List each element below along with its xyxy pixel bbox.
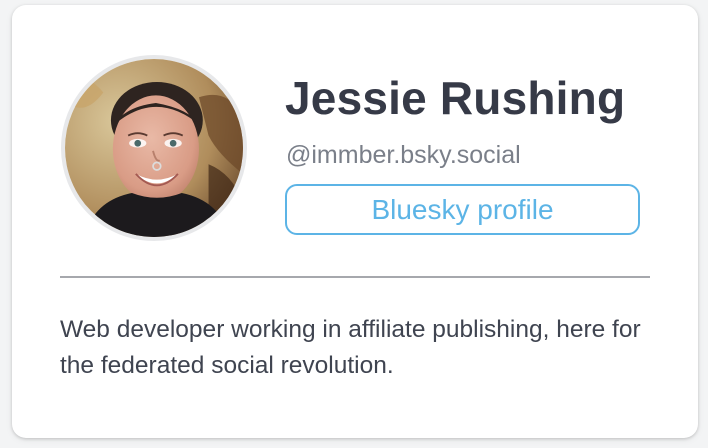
avatar-photo — [65, 59, 243, 237]
bluesky-profile-button[interactable]: Bluesky profile — [285, 184, 640, 235]
profile-card: Jessie Rushing @immber.bsky.social Blues… — [12, 5, 698, 438]
avatar — [61, 55, 247, 241]
user-handle: @immber.bsky.social — [286, 141, 521, 169]
display-name: Jessie Rushing — [285, 72, 626, 124]
profile-bio: Web developer working in affiliate publi… — [60, 316, 641, 379]
divider — [60, 276, 650, 278]
